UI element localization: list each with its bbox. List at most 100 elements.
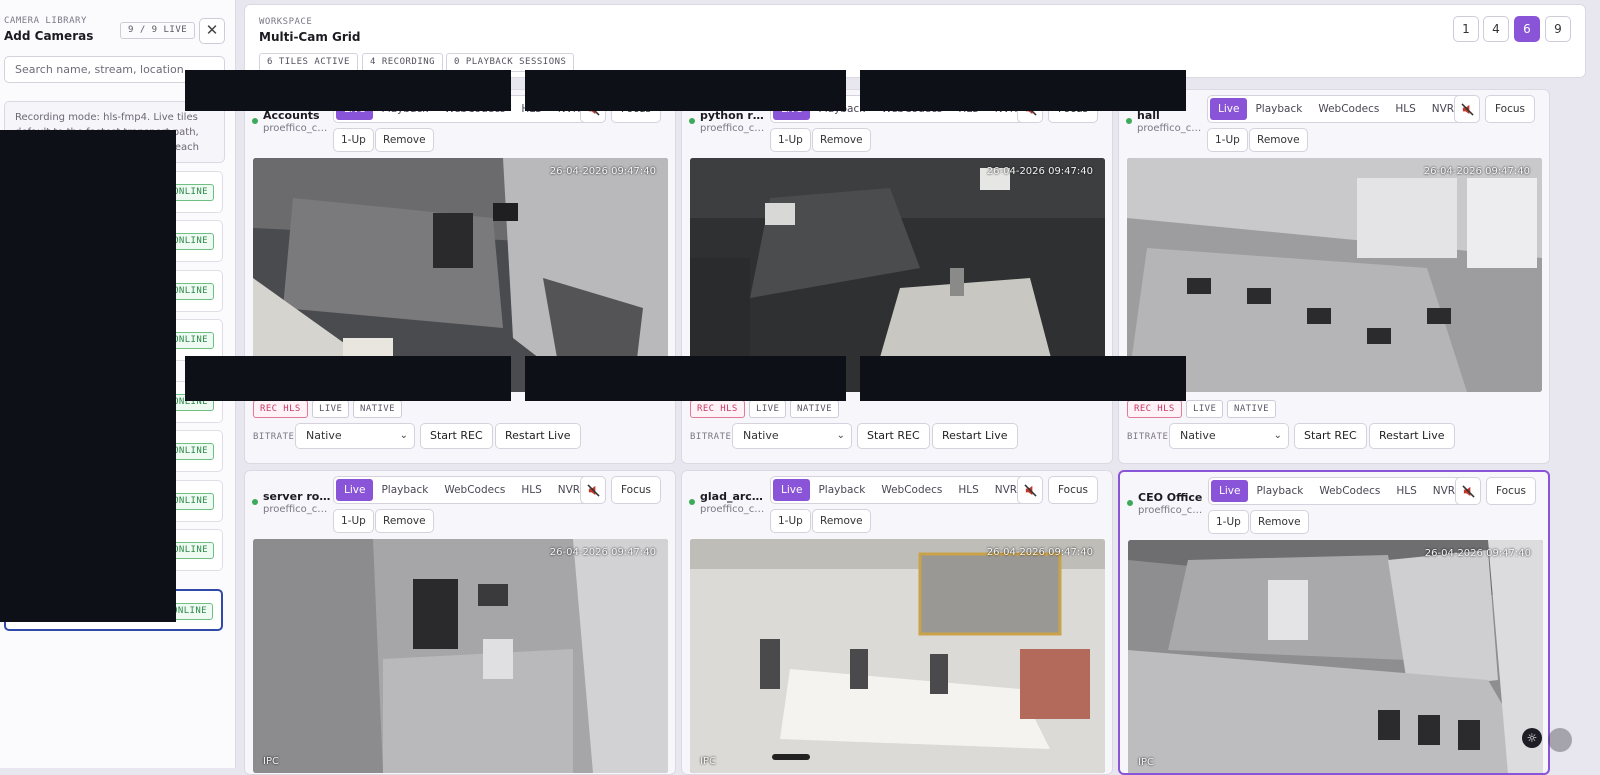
sidebar-kicker: CAMERA LIBRARY (4, 16, 87, 26)
mode-webcodecs-button[interactable]: WebCodecs (1311, 480, 1388, 502)
remove-button[interactable]: Remove (375, 128, 434, 152)
one-up-button[interactable]: 1-Up (770, 128, 811, 152)
video-feed[interactable]: 26-04-2026 09:47:40 IPC (1128, 540, 1543, 773)
video-feed[interactable]: 26-04-2026 09:47:40 IPC (690, 539, 1105, 773)
speaker-muted-icon (1023, 484, 1037, 497)
tile-stream-name: proeffico_cam (1138, 505, 1206, 516)
camera-tile: glad_archive proeffico_cam Live Playback… (681, 470, 1113, 775)
mode-live-button[interactable]: Live (1210, 98, 1248, 120)
mode-hls-button[interactable]: HLS (950, 479, 986, 501)
transport-mode-selector: Live Playback WebCodecs HLS NVR (770, 476, 1029, 504)
remove-button[interactable]: Remove (812, 128, 871, 152)
ipc-label: IPC (1138, 757, 1154, 768)
redaction-block (525, 356, 846, 401)
tile-stream-name: proeffico_cam (263, 123, 331, 134)
native-badge: NATIVE (353, 400, 402, 418)
mode-hls-button[interactable]: HLS (1388, 480, 1424, 502)
mode-webcodecs-button[interactable]: WebCodecs (1310, 98, 1387, 120)
mode-playback-button[interactable]: Playback (1248, 480, 1311, 502)
bitrate-select[interactable]: Native ⌄ (732, 423, 852, 449)
mode-hls-button[interactable]: HLS (513, 479, 549, 501)
mode-live-button[interactable]: Live (773, 479, 811, 501)
live-badge: LIVE (749, 400, 787, 418)
mode-live-button[interactable]: Live (1211, 480, 1249, 502)
video-timestamp: 26-04-2026 09:47:40 (1424, 548, 1531, 559)
bitrate-label: BITRATE (1127, 432, 1169, 442)
online-dot (1126, 118, 1132, 124)
tile-camera-name: CEO Office (1138, 491, 1203, 504)
one-up-button[interactable]: 1-Up (1207, 128, 1248, 152)
video-feed[interactable]: 26-04-2026 09:47:40 IPC (253, 539, 668, 773)
focus-button[interactable]: Focus (1048, 476, 1098, 504)
redaction-block (860, 70, 1186, 111)
bitrate-value: Native (306, 429, 342, 442)
rec-hls-badge: REC HLS (1127, 400, 1182, 418)
close-sidebar-button[interactable]: ✕ (199, 18, 225, 44)
mute-button[interactable] (1454, 95, 1480, 123)
tile-stream-name: proeffico_cam (700, 123, 768, 134)
native-badge: NATIVE (790, 400, 839, 418)
speaker-muted-icon (1461, 485, 1475, 498)
one-up-button[interactable]: 1-Up (333, 128, 374, 152)
mute-button[interactable] (1017, 476, 1043, 504)
mute-button[interactable] (580, 476, 606, 504)
focus-button[interactable]: Focus (611, 476, 661, 504)
native-badge: NATIVE (1227, 400, 1276, 418)
redaction-block (0, 130, 176, 622)
video-timestamp: 26-04-2026 09:47:40 (1423, 166, 1530, 177)
redaction-block (185, 356, 511, 401)
remove-button[interactable]: Remove (1249, 128, 1308, 152)
remove-button[interactable]: Remove (375, 509, 434, 533)
camera-feed-image (1127, 158, 1542, 392)
mode-playback-button[interactable]: Playback (810, 479, 873, 501)
live-badge: LIVE (312, 400, 350, 418)
mode-playback-button[interactable]: Playback (1247, 98, 1310, 120)
bitrate-select[interactable]: Native ⌄ (1169, 423, 1289, 449)
tile-stream-name: proeffico_cam (1137, 123, 1205, 134)
camera-feed-image (253, 539, 668, 773)
layout-4-button[interactable]: 4 (1483, 16, 1509, 42)
scrollbar-handle[interactable] (772, 754, 810, 760)
restart-live-button[interactable]: Restart Live (495, 423, 581, 449)
live-badge: LIVE (1186, 400, 1224, 418)
layout-9-button[interactable]: 9 (1545, 16, 1571, 42)
tile-stream-name: proeffico_cam (700, 504, 768, 515)
transport-mode-selector: Live Playback WebCodecs HLS NVR (1208, 477, 1467, 505)
mode-webcodecs-button[interactable]: WebCodecs (436, 479, 513, 501)
video-timestamp: 26-04-2026 09:47:40 (549, 547, 656, 558)
one-up-button[interactable]: 1-Up (333, 509, 374, 533)
live-count-badge: 9 / 9 LIVE (120, 22, 196, 39)
bitrate-label: BITRATE (253, 432, 295, 442)
focus-button[interactable]: Focus (1486, 477, 1536, 505)
start-rec-button[interactable]: Start REC (1294, 423, 1367, 449)
remove-button[interactable]: Remove (1250, 510, 1309, 534)
settings-gear-icon[interactable]: ☼ (1522, 728, 1542, 748)
mode-live-button[interactable]: Live (336, 479, 374, 501)
mute-button[interactable] (1455, 477, 1481, 505)
one-up-button[interactable]: 1-Up (1208, 510, 1249, 534)
layout-6-button[interactable]: 6 (1514, 16, 1540, 42)
restart-live-button[interactable]: Restart Live (1369, 423, 1455, 449)
video-feed[interactable]: 26-04-2026 09:47:40 (1127, 158, 1542, 392)
camera-tile: python room proeffico_cam Live Playback … (681, 89, 1113, 464)
overlay-control[interactable] (1548, 728, 1572, 752)
camera-feed-image (690, 539, 1105, 773)
online-dot (1127, 500, 1133, 506)
workspace-header: WORKSPACE Multi-Cam Grid 6 TILES ACTIVE … (244, 4, 1586, 78)
online-dot (252, 499, 258, 505)
start-rec-button[interactable]: Start REC (857, 423, 930, 449)
focus-button[interactable]: Focus (1485, 95, 1535, 123)
camera-tile-focused: CEO Office proeffico_cam Live Playback W… (1118, 470, 1550, 775)
mode-webcodecs-button[interactable]: WebCodecs (873, 479, 950, 501)
camera-feed-image (1128, 540, 1543, 773)
app-root: CAMERA LIBRARY Add Cameras 9 / 9 LIVE ✕ … (0, 0, 1600, 775)
mode-playback-button[interactable]: Playback (373, 479, 436, 501)
bitrate-select[interactable]: Native ⌄ (295, 423, 415, 449)
layout-1-button[interactable]: 1 (1453, 16, 1479, 42)
start-rec-button[interactable]: Start REC (420, 423, 493, 449)
mode-hls-button[interactable]: HLS (1387, 98, 1423, 120)
remove-button[interactable]: Remove (812, 509, 871, 533)
one-up-button[interactable]: 1-Up (770, 509, 811, 533)
rec-hls-badge: REC HLS (690, 400, 745, 418)
restart-live-button[interactable]: Restart Live (932, 423, 1018, 449)
